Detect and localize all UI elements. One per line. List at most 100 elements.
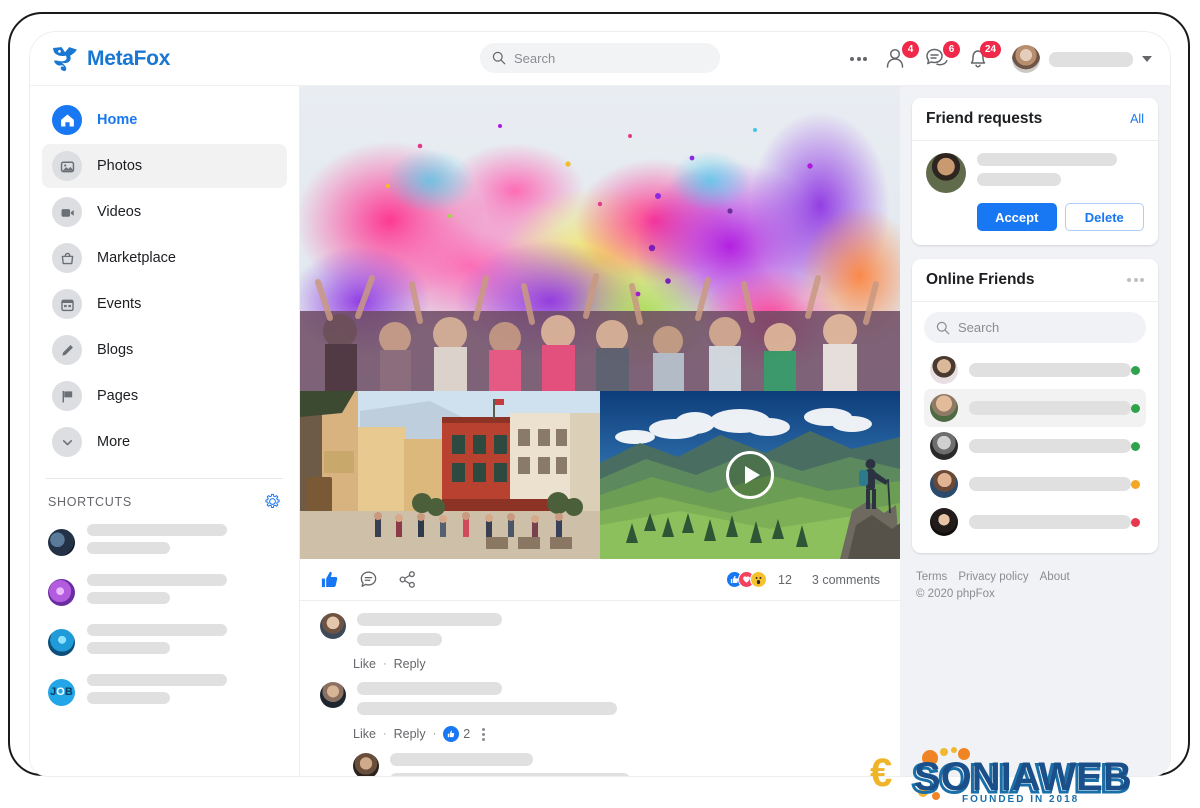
comment-item — [320, 613, 880, 653]
friend-requests-title: Friend requests — [926, 110, 1043, 127]
friend-request-avatar[interactable] — [926, 153, 966, 193]
reaction-count: 12 — [778, 572, 792, 587]
like-reaction-icon — [443, 726, 460, 742]
sidebar-item-videos[interactable]: Videos — [42, 190, 287, 234]
footer-link-privacy[interactable]: Privacy policy — [958, 571, 1028, 583]
accept-button[interactable]: Accept — [977, 203, 1057, 231]
friend-avatar-5 — [930, 508, 958, 536]
comment-reply-button[interactable]: Reply — [394, 657, 426, 671]
comment-avatar-1[interactable] — [320, 613, 346, 639]
comment-menu-icon[interactable] — [482, 727, 486, 741]
feed-column: 12 3 comments Like · Reply Like · Reply … — [300, 86, 900, 776]
online-friend-item[interactable] — [924, 503, 1146, 541]
right-sidebar: Friend requests All Accept Delete Online… — [900, 86, 1170, 776]
online-friends-search-input[interactable] — [958, 320, 1118, 335]
friend-name-placeholder — [969, 477, 1131, 491]
avatar — [1012, 45, 1040, 73]
status-badge — [1131, 479, 1140, 489]
user-name-placeholder — [1049, 51, 1133, 67]
header-search[interactable] — [480, 43, 720, 73]
friend-avatar-2 — [930, 394, 958, 422]
play-icon[interactable] — [726, 451, 774, 499]
sidebar-item-more[interactable]: More — [42, 420, 287, 464]
footer-link-terms[interactable]: Terms — [916, 571, 947, 583]
sidebar-item-blogs[interactable]: Blogs — [42, 328, 287, 372]
shortcut-item[interactable] — [42, 524, 287, 560]
comment-actions: Like · Reply — [320, 657, 880, 671]
comment-button[interactable] — [359, 570, 378, 589]
post-action-bar: 12 3 comments — [300, 559, 900, 601]
online-friends-body — [912, 302, 1158, 553]
shortcut-avatar-1 — [48, 528, 75, 556]
comment-text-placeholder — [390, 753, 880, 776]
calendar-icon — [52, 289, 82, 319]
header-actions: 4 6 24 — [845, 32, 1152, 86]
app-header: MetaFox 4 — [30, 32, 1170, 86]
more-horizontal-icon[interactable] — [845, 51, 872, 67]
reaction-icons[interactable] — [726, 571, 767, 588]
sidebar-item-pages[interactable]: Pages — [42, 374, 287, 418]
shortcut-labels — [87, 524, 227, 560]
sidebar-item-label: Blogs — [97, 342, 134, 358]
chevron-down-icon[interactable] — [1142, 56, 1152, 62]
comment-avatar-2[interactable] — [320, 682, 346, 708]
shortcut-item[interactable] — [42, 574, 287, 610]
comment-like-count[interactable]: 2 — [443, 726, 470, 742]
separator-dot: · — [382, 658, 387, 670]
footer-links: Terms Privacy policy About — [912, 567, 1158, 583]
notifications-badge: 24 — [980, 41, 1001, 58]
search-icon — [492, 51, 506, 65]
home-icon — [52, 105, 82, 135]
flag-icon — [52, 381, 82, 411]
online-friend-item[interactable] — [924, 427, 1146, 465]
sidebar-item-label: Videos — [97, 204, 142, 220]
user-menu[interactable] — [1012, 45, 1152, 73]
more-horizontal-icon[interactable] — [1127, 274, 1144, 286]
footer-link-about[interactable]: About — [1040, 571, 1070, 583]
comment-reply-button[interactable]: Reply — [394, 727, 426, 741]
delete-button[interactable]: Delete — [1064, 203, 1144, 231]
friend-name-placeholder — [969, 363, 1131, 377]
friend-requests-all-link[interactable]: All — [1130, 112, 1144, 126]
shortcut-item[interactable]: JOB — [42, 674, 287, 710]
shortcut-avatar-2 — [48, 578, 75, 606]
pencil-icon — [52, 335, 82, 365]
friend-name-placeholder — [969, 515, 1131, 529]
online-friends-card: Online Friends — [912, 259, 1158, 553]
shortcut-item[interactable] — [42, 624, 287, 660]
online-friend-item[interactable] — [924, 389, 1146, 427]
messages-icon[interactable]: 6 — [924, 41, 960, 73]
post-video-mountain-hike[interactable] — [600, 391, 900, 559]
watermark-tagline: FOUNDED IN 2018 — [962, 794, 1079, 804]
status-badge — [1131, 365, 1140, 375]
marketplace-bag-icon — [52, 243, 82, 273]
friend-requests-header: Friend requests All — [912, 98, 1158, 141]
search-icon — [936, 321, 950, 334]
search-input[interactable] — [514, 50, 694, 66]
sidebar-item-home[interactable]: Home — [42, 98, 287, 142]
gear-icon[interactable] — [264, 493, 281, 510]
status-badge — [1131, 403, 1140, 413]
shortcut-labels — [87, 624, 227, 660]
share-button[interactable] — [398, 570, 417, 589]
comment-avatar-3[interactable] — [353, 753, 379, 776]
sidebar-item-photos[interactable]: Photos — [42, 144, 287, 188]
friend-requests-icon[interactable]: 4 — [883, 41, 919, 73]
notifications-icon[interactable]: 24 — [965, 41, 1001, 73]
brand-logo-link[interactable]: MetaFox — [48, 42, 258, 76]
post-hero-image[interactable] — [300, 86, 900, 391]
post-image-italian-village[interactable] — [300, 391, 600, 559]
sidebar-item-events[interactable]: Events — [42, 282, 287, 326]
brand-name: MetaFox — [87, 46, 171, 70]
separator-dot: · — [432, 728, 437, 740]
comment-item — [320, 682, 880, 722]
online-friend-item[interactable] — [924, 465, 1146, 503]
online-friend-item[interactable] — [924, 351, 1146, 389]
sidebar-item-marketplace[interactable]: Marketplace — [42, 236, 287, 280]
shortcuts-title: SHORTCUTS — [48, 494, 132, 509]
like-button[interactable] — [320, 570, 339, 589]
post-stats: 12 3 comments — [726, 571, 880, 588]
online-friends-search[interactable] — [924, 312, 1146, 343]
comment-like-button[interactable]: Like — [353, 727, 376, 741]
comment-like-button[interactable]: Like — [353, 657, 376, 671]
